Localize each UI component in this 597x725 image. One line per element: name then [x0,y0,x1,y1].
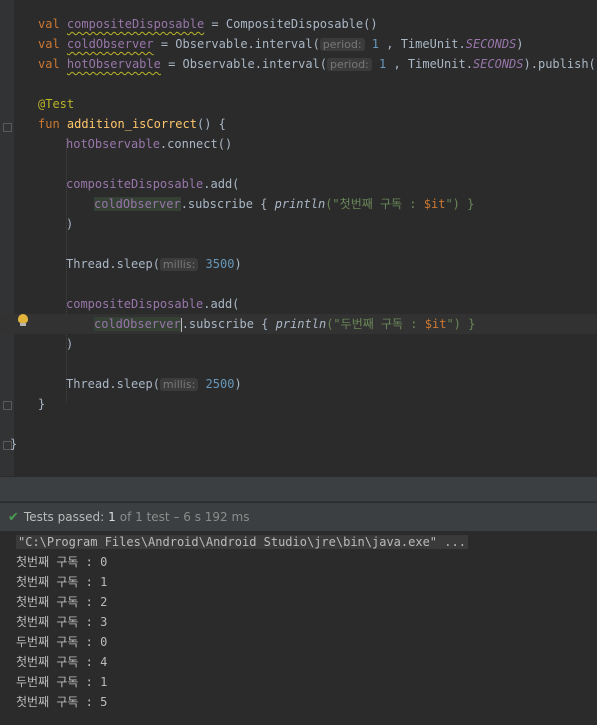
code-text: ) [516,37,524,51]
code-line[interactable]: compositeDisposable.add( [0,294,597,314]
property-name: compositeDisposable [66,177,204,191]
code-editor[interactable]: val compositeDisposable = CompositeDispo… [0,0,597,476]
parameter-hint: period: [327,58,372,71]
console-output-line: 첫번째 구독 : 0 [16,555,108,569]
code-line[interactable]: ) [0,214,597,234]
keyword: val [38,57,60,71]
code-text: Thread.sleep( [66,377,160,391]
code-text: , TimeUnit. [386,57,473,71]
console-output-line: 첫번째 구독 : 4 [16,655,108,669]
parameter-hint: period: [319,38,365,51]
property-name: hotObservable [66,57,161,71]
property-name: coldObserver [94,317,181,331]
console-output-line: 첫번째 구독 : 2 [16,595,108,609]
function-call: println [274,197,326,211]
code-text: = CompositeDisposable() [204,17,378,31]
string-template: $it [424,317,447,331]
lightbulb-icon[interactable] [18,314,28,326]
panel-divider[interactable] [0,476,597,502]
code-text: .add( [203,297,240,311]
code-text: Thread.sleep( [66,257,160,271]
code-text: ) [234,377,242,391]
console-output-line: 첫번째 구독 : 1 [16,575,108,589]
code-text: ) [66,337,74,351]
keyword: val [38,17,60,31]
string-literal: ("첫번째 구독 : [325,197,424,211]
property-name: compositeDisposable [66,17,205,31]
keyword: val [38,37,60,51]
code-line[interactable]: } [0,394,597,414]
code-text: , TimeUnit. [379,37,466,51]
tests-passed-label: Tests passed: [23,510,105,524]
parameter-hint: millis: [159,258,199,271]
code-line[interactable]: fun addition_isCorrect() { [0,114,597,134]
run-console[interactable]: "C:\Program Files\Android\Android Studio… [0,531,597,725]
code-text: = Observable.interval( [153,37,320,51]
enum-constant: SECONDS [472,57,524,71]
console-output-line: 첫번째 구독 : 5 [16,695,108,709]
code-line[interactable]: } [0,434,597,454]
code-line[interactable]: val compositeDisposable = CompositeDispo… [0,14,597,34]
check-icon: ✔ [8,509,19,525]
test-status-bar: ✔ Tests passed: 1 of 1 test – 6 s 192 ms [0,503,597,531]
string-literal: ("두번째 구독 : [326,317,425,331]
console-output-line: 첫번째 구독 : 3 [16,615,108,629]
property-name: compositeDisposable [66,297,204,311]
property-name: coldObserver [94,197,181,211]
code-line[interactable]: coldObserver.subscribe { println("첫번째 구독… [0,194,597,214]
code-text: ) [234,257,242,271]
number-literal: 3500 [205,257,235,271]
code-text: .subscribe { [180,197,275,211]
string-template: $it [423,197,446,211]
test-duration: of 1 test – 6 s 192 ms [119,510,250,524]
code-text: () { [196,117,226,131]
code-text: .add( [203,177,240,191]
code-line[interactable]: @Test [0,94,597,114]
code-line[interactable]: hotObservable.connect() [0,134,597,154]
console-output-line: 두번째 구독 : 1 [16,675,108,689]
string-literal: ") } [445,197,475,211]
console-command-line[interactable]: "C:\Program Files\Android\Android Studio… [16,532,468,552]
function-name: addition_isCorrect [66,117,197,131]
property-name: hotObservable [66,137,160,151]
string-literal: ") } [446,317,476,331]
code-line[interactable]: val hotObservable = Observable.interval(… [0,54,597,74]
console-output-line: 두번째 구독 : 0 [16,635,108,649]
property-name: coldObserver [66,37,154,51]
keyword: fun [38,117,60,131]
code-text: = Observable.interval( [160,57,328,71]
current-code-line[interactable]: coldObserver.subscribe { println("두번째 구독… [0,314,597,334]
number-literal: 2500 [205,377,235,391]
parameter-hint: millis: [159,378,199,391]
console-command[interactable]: "C:\Program Files\Android\Android Studio… [16,535,468,549]
code-text: .connect() [159,137,233,151]
code-line[interactable]: ) [0,334,597,354]
code-line[interactable]: Thread.sleep(millis: 3500) [0,254,597,274]
code-line[interactable]: Thread.sleep(millis: 2500) [0,374,597,394]
code-line[interactable]: val coldObserver = Observable.interval(p… [0,34,597,54]
number-literal: 1 [371,37,380,51]
code-text: } [38,397,46,411]
enum-constant: SECONDS [465,37,517,51]
code-text: ) [66,217,74,231]
code-text: ).publish() [523,57,597,71]
code-text: } [10,437,18,451]
code-line[interactable]: compositeDisposable.add( [0,174,597,194]
code-text: .subscribe { [181,317,276,331]
function-call: println [275,317,327,331]
annotation: @Test [38,97,75,111]
tests-passed-count: 1 [108,510,116,524]
